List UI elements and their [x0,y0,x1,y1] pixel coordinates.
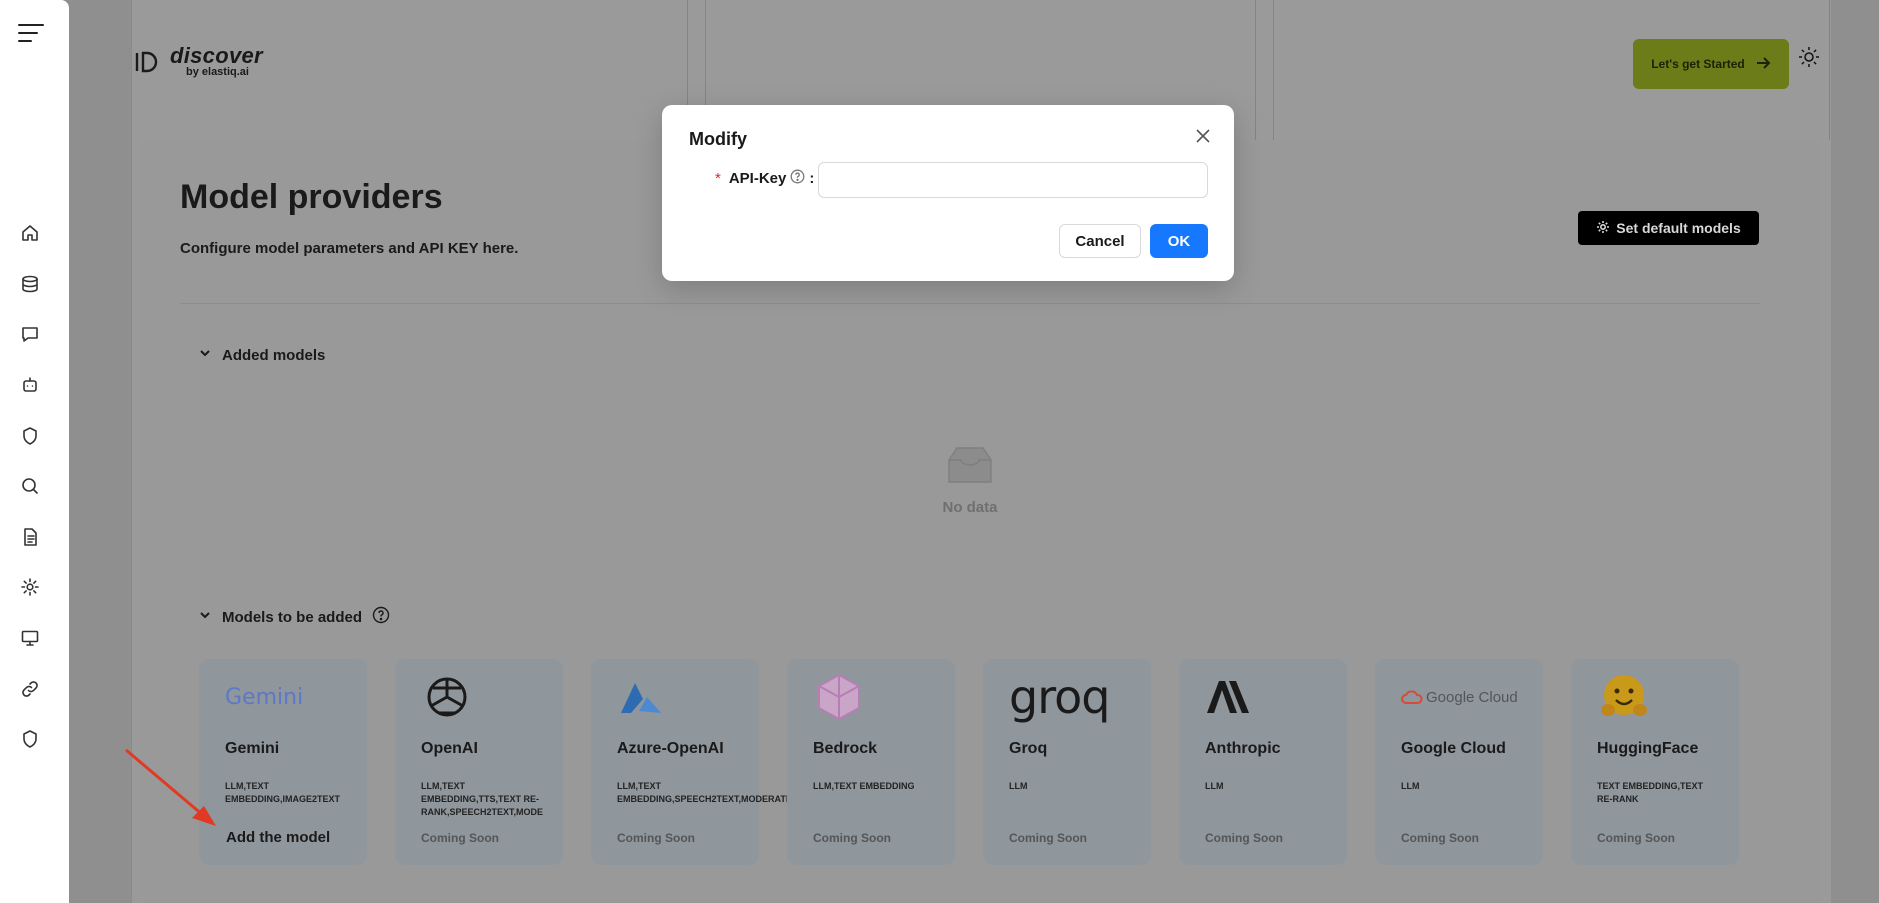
cancel-button[interactable]: Cancel [1059,224,1141,258]
required-marker: * [715,170,721,187]
dialog-title: Modify [689,129,747,149]
close-icon[interactable] [1194,127,1214,147]
help-circle-icon[interactable] [790,169,805,188]
label-colon: : [809,170,815,187]
api-key-input[interactable] [818,162,1208,198]
api-key-label: * API-Key : [715,169,814,188]
modify-dialog: Modify * API-Key : Cancel OK [662,105,1234,281]
ok-button[interactable]: OK [1150,224,1208,258]
api-key-label-text: API-Key [728,170,787,187]
